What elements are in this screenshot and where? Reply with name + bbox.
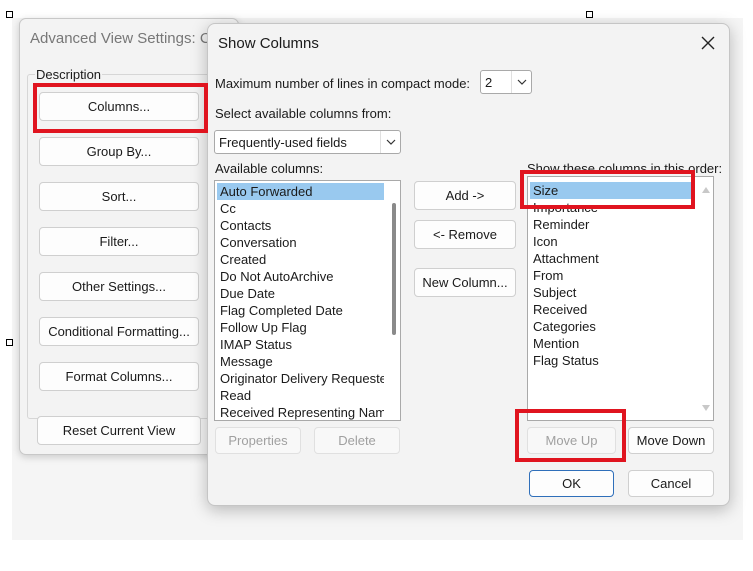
select-from-label: Select available columns from:: [215, 106, 392, 121]
available-column-item[interactable]: Flag Completed Date: [217, 302, 384, 319]
sort-button[interactable]: Sort...: [39, 182, 199, 211]
available-column-item[interactable]: Read: [217, 387, 384, 404]
available-column-item[interactable]: Received Representing Name: [217, 404, 384, 420]
available-scrollbar[interactable]: [386, 181, 400, 420]
show-columns-dialog: Show Columns Maximum number of lines in …: [207, 23, 730, 506]
available-column-item[interactable]: Contacts: [217, 217, 384, 234]
description-group-label: Description: [35, 67, 103, 82]
properties-button[interactable]: Properties: [215, 427, 301, 454]
scroll-down-arrow-icon[interactable]: [701, 404, 711, 412]
available-column-item[interactable]: Conversation: [217, 234, 384, 251]
ok-button[interactable]: OK: [529, 470, 614, 497]
shown-column-item[interactable]: Size: [530, 182, 695, 199]
group-by-button[interactable]: Group By...: [39, 137, 199, 166]
chevron-down-icon: [511, 71, 531, 93]
shown-column-item[interactable]: Attachment: [530, 250, 695, 267]
format-columns-button[interactable]: Format Columns...: [39, 362, 199, 391]
max-lines-value: 2: [485, 74, 493, 90]
new-column-button[interactable]: New Column...: [414, 268, 516, 297]
other-settings-button[interactable]: Other Settings...: [39, 272, 199, 301]
dialog-title: Show Columns: [218, 35, 319, 52]
move-down-button[interactable]: Move Down: [628, 427, 714, 454]
filter-button[interactable]: Filter...: [39, 227, 199, 256]
delete-button[interactable]: Delete: [314, 427, 400, 454]
cancel-button[interactable]: Cancel: [628, 470, 714, 497]
shown-column-item[interactable]: Flag Status: [530, 352, 695, 369]
shown-column-item[interactable]: Categories: [530, 318, 695, 335]
available-columns-label: Available columns:: [215, 161, 324, 176]
columns-button[interactable]: Columns...: [39, 92, 199, 121]
show-columns-list[interactable]: Size Importance Reminder Icon Attachment From…: [527, 176, 714, 421]
available-column-item[interactable]: Originator Delivery Requested: [217, 370, 384, 387]
available-columns-list[interactable]: Auto Forwarded Cc Contacts Conversation Crea…: [214, 180, 401, 421]
close-icon[interactable]: [697, 32, 719, 54]
resize-handle-left[interactable]: [6, 339, 13, 346]
advanced-view-settings-window: Advanced View Settings: Co Description C…: [19, 18, 239, 455]
window-title: Advanced View Settings: Co: [30, 30, 220, 47]
available-column-item[interactable]: Created: [217, 251, 384, 268]
resize-handle-top-left[interactable]: [6, 11, 13, 18]
max-lines-dropdown[interactable]: 2: [480, 70, 532, 94]
reset-current-view-button[interactable]: Reset Current View: [37, 416, 201, 445]
remove-button[interactable]: <- Remove: [414, 220, 516, 249]
show-scrollbar[interactable]: [697, 177, 713, 420]
scrollbar-thumb[interactable]: [392, 203, 396, 335]
show-columns-label: Show these columns in this order:: [527, 161, 723, 176]
shown-column-item[interactable]: Mention: [530, 335, 695, 352]
available-column-item[interactable]: Do Not AutoArchive: [217, 268, 384, 285]
max-lines-label: Maximum number of lines in compact mode:: [215, 76, 471, 91]
available-column-item[interactable]: IMAP Status: [217, 336, 384, 353]
available-column-item[interactable]: Message: [217, 353, 384, 370]
shown-column-item[interactable]: Importance: [530, 199, 695, 216]
shown-column-item[interactable]: Icon: [530, 233, 695, 250]
select-from-dropdown[interactable]: Frequently-used fields: [214, 130, 401, 154]
shown-column-item[interactable]: Reminder: [530, 216, 695, 233]
scroll-up-arrow-icon[interactable]: [701, 186, 711, 194]
shown-column-item[interactable]: Subject: [530, 284, 695, 301]
resize-handle-top-right[interactable]: [586, 11, 593, 18]
available-column-item[interactable]: Cc: [217, 200, 384, 217]
conditional-formatting-button[interactable]: Conditional Formatting...: [39, 317, 199, 346]
shown-column-item[interactable]: From: [530, 267, 695, 284]
available-column-item[interactable]: Due Date: [217, 285, 384, 302]
add-button[interactable]: Add ->: [414, 181, 516, 210]
shown-column-item[interactable]: Received: [530, 301, 695, 318]
select-from-value: Frequently-used fields: [219, 134, 347, 150]
available-column-item[interactable]: Follow Up Flag: [217, 319, 384, 336]
move-up-button[interactable]: Move Up: [527, 427, 616, 454]
chevron-down-icon: [380, 131, 400, 153]
available-column-item[interactable]: Auto Forwarded: [217, 183, 384, 200]
